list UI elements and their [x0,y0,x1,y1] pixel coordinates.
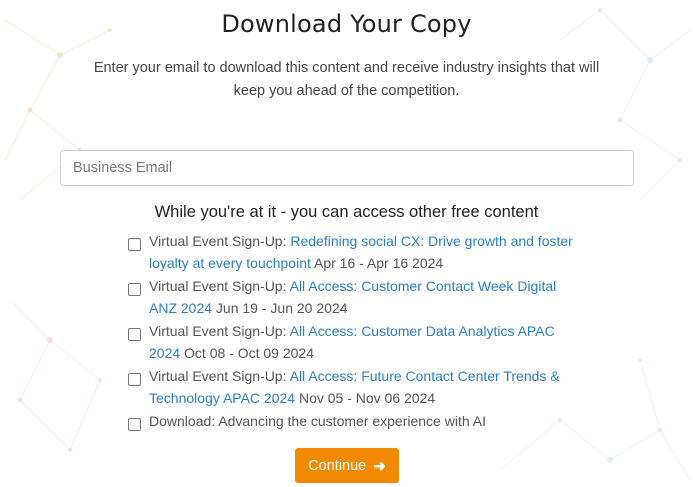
offer-text: Virtual Event Sign-Up: All Access: Futur… [149,365,578,409]
offer-prefix: Virtual Event Sign-Up: [149,233,291,249]
offer-checkbox[interactable] [128,418,141,431]
offer-item: Virtual Event Sign-Up: All Access: Futur… [128,365,578,409]
form-subtitle: Enter your email to download this conten… [93,60,600,99]
other-content-heading: While you're at it - you can access othe… [154,203,539,221]
offer-prefix: Virtual Event Sign-Up: [149,323,290,339]
offer-text: Virtual Event Sign-Up: All Access: Custo… [149,275,578,319]
offer-text: Virtual Event Sign-Up: All Access: Custo… [149,320,578,364]
offer-item: Download: Advancing the customer experie… [128,410,578,432]
offer-checkbox[interactable] [128,373,141,386]
offer-text: Download: Advancing the customer experie… [149,410,578,432]
continue-label: Continue [308,457,367,474]
offer-date: Nov 05 - Nov 06 2024 [295,390,436,406]
offer-text: Virtual Event Sign-Up: Redefining social… [149,230,578,274]
arrow-right-icon: ➜ [373,457,386,475]
offer-item: Virtual Event Sign-Up: Redefining social… [128,230,578,274]
offer-item: Virtual Event Sign-Up: All Access: Custo… [128,320,578,364]
offer-checkbox[interactable] [128,283,141,296]
offer-prefix: Virtual Event Sign-Up: [149,278,290,294]
offer-checkbox[interactable] [128,328,141,341]
offer-prefix: Virtual Event Sign-Up: [149,368,290,384]
offer-prefix: Download: Advancing the customer experie… [149,413,486,429]
offer-item: Virtual Event Sign-Up: All Access: Custo… [128,275,578,319]
download-form: Download Your Copy Enter your email to d… [0,0,693,487]
form-title: Download Your Copy [221,10,472,38]
business-email-input[interactable] [60,150,634,186]
offer-checkbox[interactable] [128,238,141,251]
offer-date: Jun 19 - Jun 20 2024 [212,300,348,316]
offer-list: Virtual Event Sign-Up: Redefining social… [128,230,578,432]
offer-date: Oct 08 - Oct 09 2024 [180,345,315,361]
offer-date: Apr 16 - Apr 16 2024 [310,255,444,271]
continue-button[interactable]: Continue ➜ [295,448,399,483]
